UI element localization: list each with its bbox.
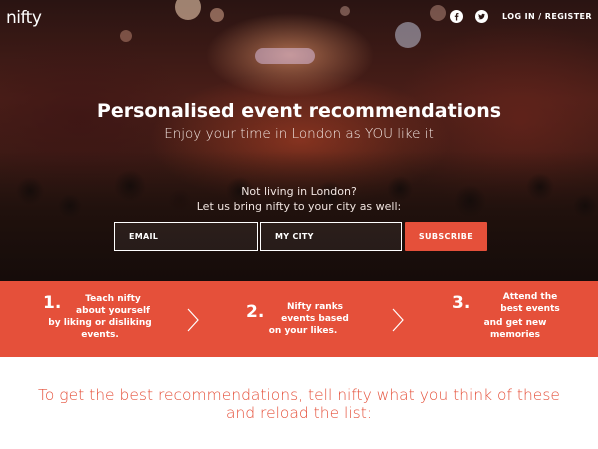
bokeh-light xyxy=(210,8,224,22)
twitter-icon-glyph xyxy=(478,13,486,20)
step-description-cont: on your likes. xyxy=(258,325,348,337)
facebook-icon-glyph xyxy=(454,13,459,21)
bokeh-light xyxy=(175,0,201,20)
step-line: memories xyxy=(489,330,541,340)
city-field[interactable]: MY CITY xyxy=(260,222,402,251)
bokeh-light xyxy=(430,5,446,21)
step-description: Nifty ranks events based xyxy=(260,301,370,325)
top-nav: LOG IN / REGISTER xyxy=(450,10,592,23)
crowd-silhouette xyxy=(0,151,598,281)
email-field[interactable]: EMAIL xyxy=(114,222,258,251)
recommendation-prompt: To get the best recommendations, tell ni… xyxy=(0,386,598,422)
step-line: events based xyxy=(281,314,349,324)
login-register-link[interactable]: LOG IN / REGISTER xyxy=(502,12,592,21)
bokeh-light xyxy=(395,22,421,48)
step-description: Teach nifty about yourself xyxy=(48,293,178,317)
step-line: events. xyxy=(81,330,119,340)
chevron-right-icon xyxy=(187,308,199,332)
step-line: Nifty ranks xyxy=(286,302,344,312)
step-description-cont: and get new memories xyxy=(470,317,560,341)
bokeh-light xyxy=(120,30,132,42)
step-description-cont: by liking or disliking events. xyxy=(30,317,170,341)
step-line: on your likes. xyxy=(268,326,338,336)
step-1: 1. Teach nifty about yourself by liking … xyxy=(0,281,185,357)
hero-subtitle: Enjoy your time in London as YOU like it xyxy=(164,126,434,142)
not-in-london-note: Not living in London? xyxy=(241,185,357,198)
recommendation-line: To get the best recommendations, tell ni… xyxy=(38,386,560,404)
chevron-right-icon xyxy=(392,308,404,332)
bokeh-light xyxy=(340,6,350,16)
recommendation-line: and reload the list: xyxy=(225,404,373,422)
facebook-icon[interactable] xyxy=(450,10,464,23)
step-line: by liking or disliking xyxy=(48,318,152,328)
bring-nifty-note: Let us bring nifty to your city as well: xyxy=(196,200,402,213)
step-line: Teach nifty xyxy=(85,294,141,304)
twitter-icon[interactable] xyxy=(475,10,489,23)
subscribe-button[interactable]: SUBSCRIBE xyxy=(405,222,487,251)
nifty-logo[interactable]: nifty xyxy=(6,8,42,28)
step-line: Attend the xyxy=(502,292,558,302)
step-description: Attend the best events xyxy=(480,291,580,315)
step-line: and get new xyxy=(483,318,547,328)
step-line: about yourself xyxy=(76,306,150,316)
bokeh-light xyxy=(255,48,315,64)
step-line: best events xyxy=(500,304,560,314)
step-3: 3. Attend the best events and get new me… xyxy=(440,281,590,357)
how-it-works-band: 1. Teach nifty about yourself by liking … xyxy=(0,281,598,357)
step-2: 2. Nifty ranks events based on your like… xyxy=(230,281,390,357)
hero-title: Personalised event recommendations xyxy=(96,100,502,122)
step-number: 3. xyxy=(452,293,471,313)
